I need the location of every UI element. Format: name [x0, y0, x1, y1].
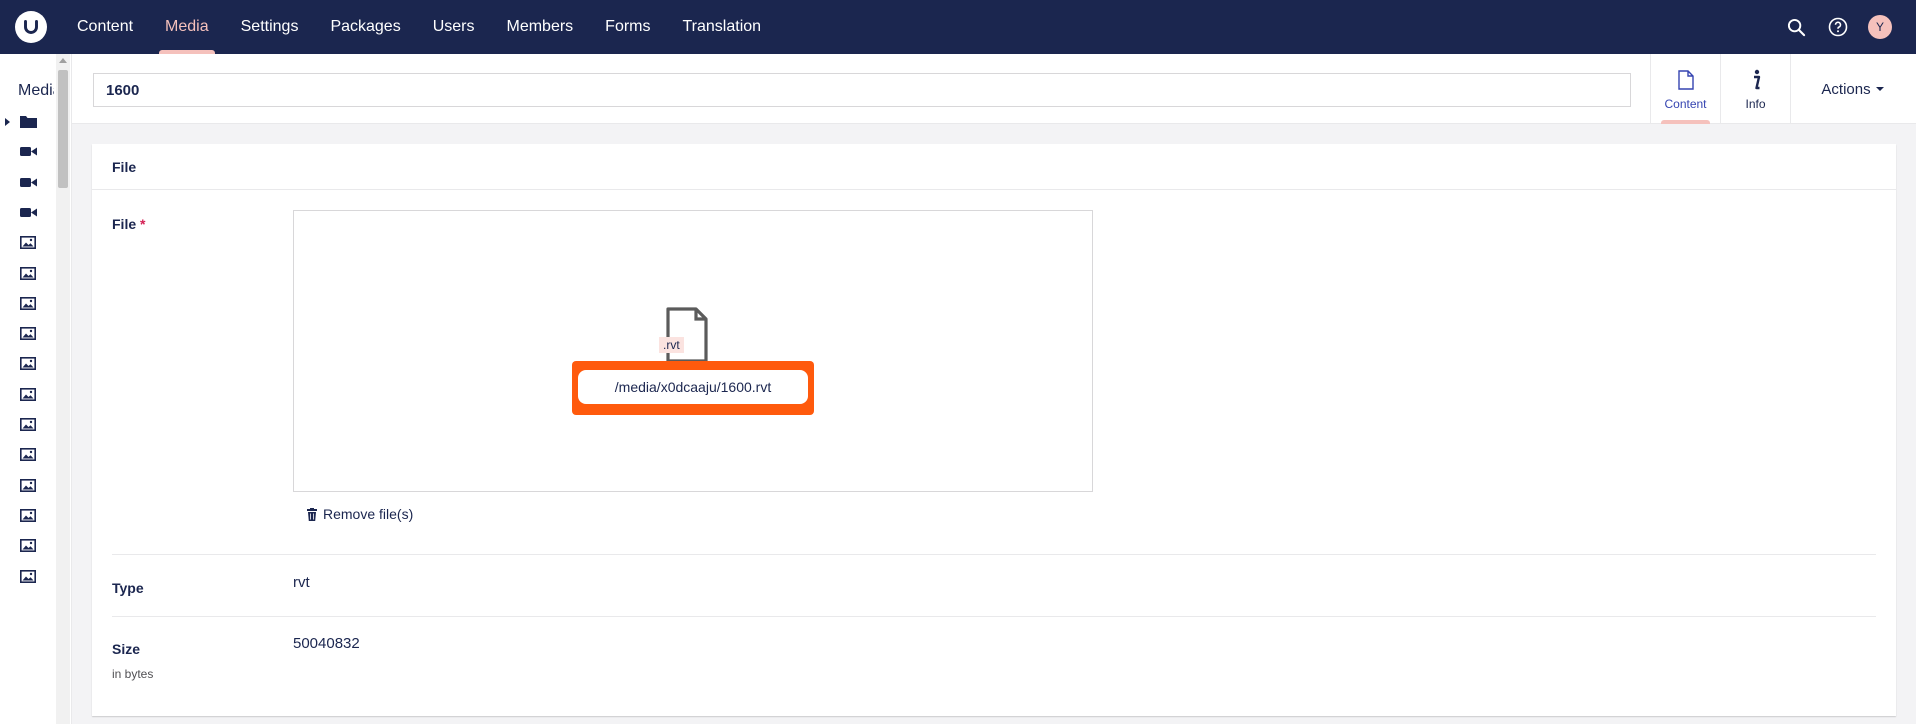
image-icon: [19, 418, 37, 432]
remove-files-button[interactable]: Remove file(s): [307, 506, 413, 522]
nav-tab-translation[interactable]: Translation: [667, 0, 778, 54]
nav-tab-members[interactable]: Members: [490, 0, 589, 54]
image-icon: [19, 448, 37, 462]
info-icon: [1751, 67, 1761, 93]
image-icon: [19, 296, 37, 310]
file-label-text: File: [112, 216, 137, 232]
search-icon[interactable]: [1784, 15, 1808, 39]
help-icon[interactable]: [1826, 15, 1850, 39]
size-value: 50040832: [293, 635, 360, 652]
file-group-panel: File File * .rvt /media/x0dcaaju/1600.rv…: [92, 144, 1896, 716]
logo-mark-icon: [24, 20, 38, 34]
media-name-input[interactable]: [93, 73, 1631, 107]
image-icon: [19, 569, 37, 583]
file-extension-tag: .rvt: [659, 337, 684, 353]
user-avatar[interactable]: Y: [1868, 15, 1892, 39]
image-icon: [19, 327, 37, 341]
image-icon: [19, 478, 37, 492]
video-icon: [19, 205, 37, 219]
editor-header: Content Info Actions: [72, 54, 1916, 124]
video-icon: [19, 145, 37, 159]
nav-tab-settings[interactable]: Settings: [225, 0, 315, 54]
actions-dropdown[interactable]: Actions: [1790, 54, 1914, 124]
tree-item[interactable]: [0, 558, 56, 595]
trash-icon: [307, 507, 317, 521]
nav-tab-packages[interactable]: Packages: [314, 0, 416, 54]
size-property-label: Size: [112, 641, 141, 657]
expand-caret-icon[interactable]: [5, 117, 10, 126]
size-description: in bytes: [112, 667, 154, 681]
scroll-up-arrow-icon[interactable]: [59, 58, 67, 63]
type-value: rvt: [293, 574, 310, 591]
type-property-label: Type: [112, 580, 144, 596]
group-title: File: [92, 144, 1896, 190]
tree-title: Media: [18, 82, 54, 99]
nav-tab-forms[interactable]: Forms: [589, 0, 666, 54]
file-path-link[interactable]: /media/x0dcaaju/1600.rvt: [578, 370, 808, 404]
property-divider: [112, 616, 1876, 617]
nav-tab-media[interactable]: Media: [149, 0, 225, 54]
file-icon: [666, 307, 708, 363]
app-content-label: Content: [1664, 97, 1707, 111]
caret-down-icon: [1875, 87, 1884, 91]
image-icon: [19, 539, 37, 553]
file-preview-area[interactable]: .rvt /media/x0dcaaju/1600.rvt: [293, 210, 1093, 492]
section-tabs: Content Media Settings Packages Users Members…: [61, 0, 777, 54]
required-mark: *: [140, 216, 146, 232]
property-divider: [112, 554, 1876, 555]
image-icon: [19, 387, 37, 401]
document-icon: [1677, 67, 1694, 93]
app-info[interactable]: Info: [1720, 54, 1790, 124]
file-property-label: File *: [112, 216, 145, 232]
top-right-tools: Y: [1784, 0, 1892, 54]
scroll-thumb[interactable]: [58, 70, 68, 188]
app-info-label: Info: [1745, 97, 1766, 111]
image-icon: [19, 508, 37, 522]
nav-tab-content[interactable]: Content: [61, 0, 149, 54]
tree-scrollbar[interactable]: [56, 54, 70, 724]
nav-tab-users[interactable]: Users: [417, 0, 491, 54]
folder-icon: [19, 115, 37, 129]
image-icon: [19, 357, 37, 371]
actions-label: Actions: [1821, 80, 1871, 98]
media-tree: Media: [0, 54, 72, 724]
remove-files-label: Remove file(s): [323, 506, 414, 522]
content-apps: Content Info Actions: [1650, 54, 1914, 124]
file-path-highlight: /media/x0dcaaju/1600.rvt: [572, 361, 814, 415]
app-content[interactable]: Content: [1650, 54, 1720, 124]
image-icon: [19, 266, 37, 280]
top-navigation: Content Media Settings Packages Users Members…: [0, 0, 1916, 54]
video-icon: [19, 175, 37, 189]
image-icon: [19, 236, 37, 250]
umbraco-logo-icon[interactable]: [15, 11, 47, 43]
